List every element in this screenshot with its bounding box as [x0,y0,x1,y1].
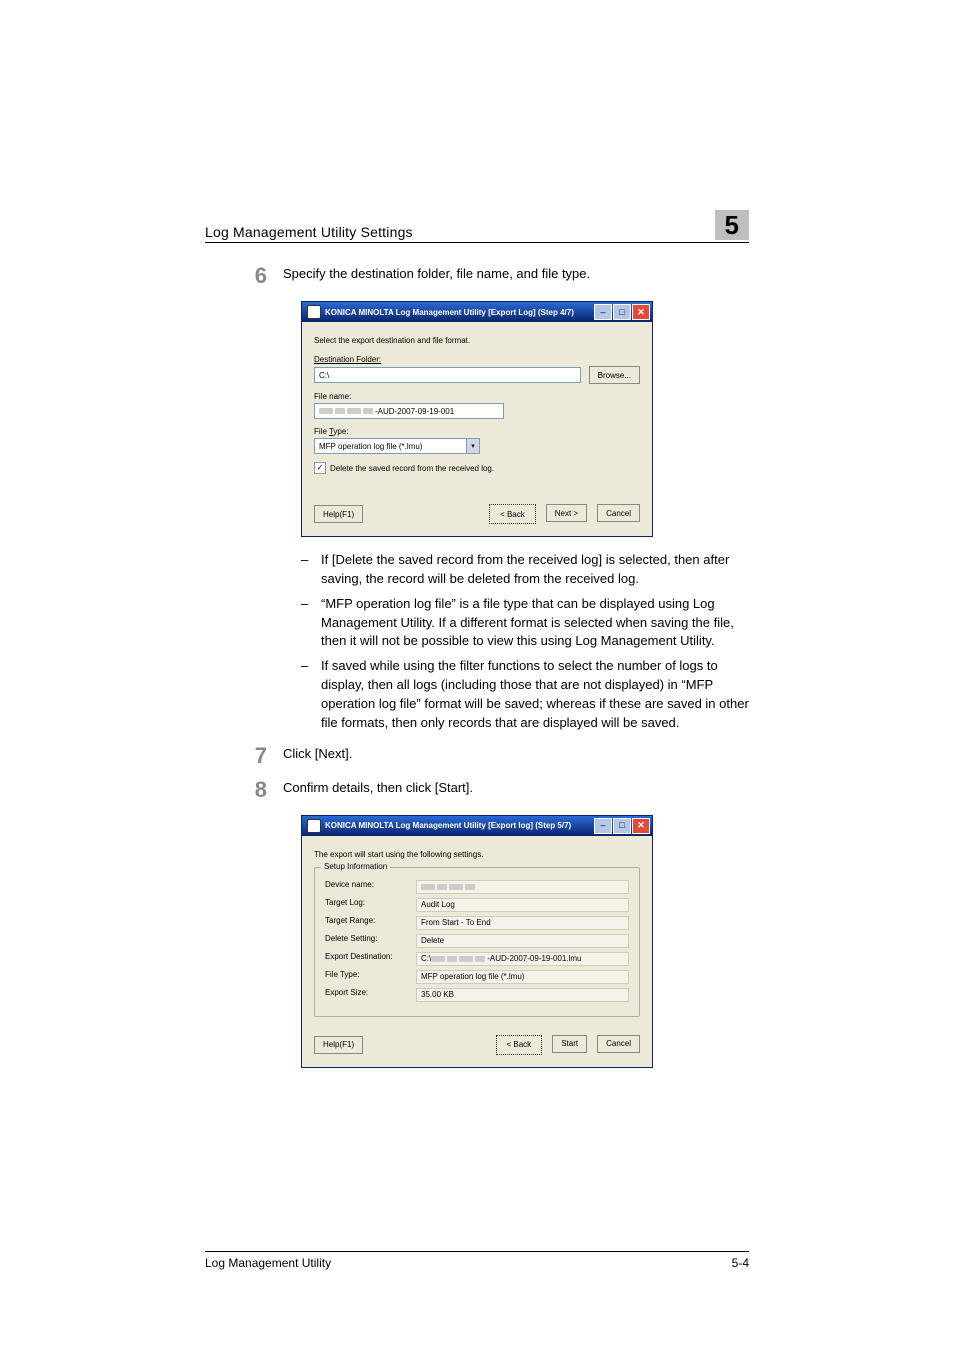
dest-folder-label: Destination Folder: [314,355,381,364]
step-number-7: 7 [205,745,267,767]
next-button[interactable]: Next > [546,504,587,522]
table-row: File Type:MFP operation log file (*.lmu) [325,970,629,984]
dialog-export-step4: KONICA MINOLTA Log Management Utility [E… [301,301,653,537]
device-name-value [416,880,629,894]
file-type-combo[interactable]: MFP operation log file (*.lmu) ▾ [314,438,480,454]
delete-saved-record-checkbox[interactable]: ✓ Delete the saved record from the recei… [314,462,640,474]
list-item: –“MFP operation log file” is a file type… [301,595,749,652]
table-row: Target Range:From Start - To End [325,916,629,930]
footer-right: 5-4 [732,1256,749,1270]
table-row: Export Size:35.00 KB [325,988,629,1002]
list-item: –If saved while using the filter functio… [301,657,749,732]
setup-info-group: Setup Information Device name: Target Lo… [314,867,640,1017]
cancel-button[interactable]: Cancel [597,1035,640,1053]
header-title: Log Management Utility Settings [205,224,413,240]
app-icon [307,819,321,833]
target-log-value: Audit Log [416,898,629,912]
app-icon [307,305,321,319]
table-row: Device name: [325,880,629,894]
dialog2-intro: The export will start using the followin… [314,850,640,859]
help-button[interactable]: Help(F1) [314,1036,363,1054]
file-name-label: File name: [314,392,640,401]
start-button[interactable]: Start [552,1035,587,1053]
list-item: –If [Delete the saved record from the re… [301,551,749,589]
file-type-value: MFP operation log file (*.lmu) [416,970,629,984]
dest-folder-input[interactable]: C:\ [314,367,581,383]
back-button[interactable]: < Back [489,504,536,524]
page-header: Log Management Utility Settings 5 [205,210,749,243]
file-name-input[interactable]: -AUD-2007-09-19-001 [314,403,504,419]
back-button[interactable]: < Back [496,1035,543,1055]
chapter-number: 5 [715,210,749,240]
target-range-value: From Start - To End [416,916,629,930]
step-text-7: Click [Next]. [283,745,749,763]
step-text-8: Confirm details, then click [Start]. [283,779,749,797]
step-6: 6 Specify the destination folder, file n… [205,265,749,287]
step-number-6: 6 [205,265,267,287]
table-row: Delete Setting:Delete [325,934,629,948]
delete-setting-value: Delete [416,934,629,948]
close-button[interactable]: ✕ [632,818,650,834]
table-row: Target Log:Audit Log [325,898,629,912]
dialog1-titlebar: KONICA MINOLTA Log Management Utility [E… [302,302,652,322]
dialog1-title: KONICA MINOLTA Log Management Utility [E… [325,308,574,317]
export-destination-value: C:\-AUD-2007-09-19-001.lmu [416,952,629,966]
notes-list: –If [Delete the saved record from the re… [301,551,749,733]
step-7: 7 Click [Next]. [205,745,749,767]
table-row: Export Destination:C:\-AUD-2007-09-19-00… [325,952,629,966]
group-legend: Setup Information [321,862,390,871]
dialog2-titlebar: KONICA MINOLTA Log Management Utility [E… [302,816,652,836]
maximize-button[interactable]: □ [613,304,631,320]
close-button[interactable]: ✕ [632,304,650,320]
step-8: 8 Confirm details, then click [Start]. [205,779,749,801]
help-button[interactable]: Help(F1) [314,505,363,523]
step-text-6: Specify the destination folder, file nam… [283,265,749,283]
footer-left: Log Management Utility [205,1256,331,1270]
dialog-export-step5: KONICA MINOLTA Log Management Utility [E… [301,815,653,1068]
page-footer: Log Management Utility 5-4 [205,1251,749,1270]
file-type-label: File Type: [314,427,349,436]
dialog1-intro: Select the export destination and file f… [314,336,640,345]
minimize-button[interactable]: – [594,304,612,320]
step-number-8: 8 [205,779,267,801]
minimize-button[interactable]: – [594,818,612,834]
dialog2-title: KONICA MINOLTA Log Management Utility [E… [325,821,571,830]
chevron-down-icon: ▾ [466,439,479,453]
browse-button[interactable]: Browse... [589,366,640,384]
cancel-button[interactable]: Cancel [597,504,640,522]
export-size-value: 35.00 KB [416,988,629,1002]
maximize-button[interactable]: □ [613,818,631,834]
checkbox-icon: ✓ [314,462,326,474]
